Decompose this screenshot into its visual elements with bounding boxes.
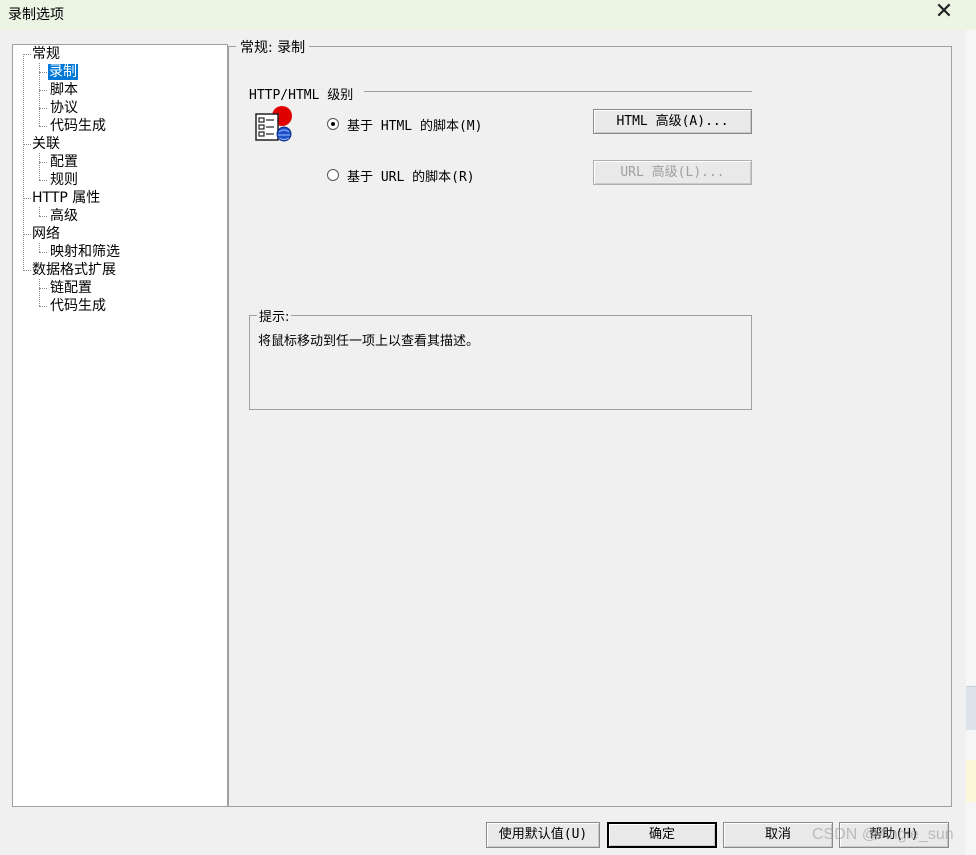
hint-text: 将鼠标移动到任一项上以查看其描述。	[258, 334, 480, 349]
panel-title: 常规: 录制	[236, 37, 310, 57]
window-title: 录制选项	[8, 7, 64, 23]
tree-item-correlation[interactable]: 关联	[32, 135, 60, 153]
url-advanced-button[interactable]: URL 高级(L)...	[593, 160, 752, 185]
tree-item-http-properties[interactable]: HTTP 属性	[32, 189, 100, 207]
tree-item-configuration[interactable]: 配置	[50, 153, 78, 171]
tree-item-data-format-extensions[interactable]: 数据格式扩展	[32, 261, 116, 279]
html-script-radio[interactable]	[327, 118, 339, 130]
group-label: HTTP/HTML 级别	[249, 88, 354, 103]
title-bar: 录制选项	[0, 0, 976, 30]
group-divider	[364, 91, 752, 92]
recording-script-icon	[255, 106, 292, 142]
url-script-radio[interactable]	[327, 169, 339, 181]
tree-item-network[interactable]: 网络	[32, 225, 60, 243]
background-window-edge	[966, 30, 976, 855]
url-script-label[interactable]: 基于 URL 的脚本(R)	[347, 166, 475, 185]
html-advanced-button[interactable]: HTML 高级(A)...	[593, 109, 752, 134]
tree-item-advanced[interactable]: 高级	[50, 207, 78, 225]
tree-item-script[interactable]: 脚本	[50, 81, 78, 99]
tree-item-code-generation-2[interactable]: 代码生成	[50, 297, 106, 315]
use-default-button[interactable]: 使用默认值(U)	[486, 822, 600, 848]
tree-item-general[interactable]: 常规	[32, 45, 60, 63]
tree-item-protocol[interactable]: 协议	[50, 99, 78, 117]
tree-item-recording[interactable]: 录制	[48, 63, 78, 81]
tree-item-rules[interactable]: 规则	[50, 171, 78, 189]
html-script-label[interactable]: 基于 HTML 的脚本(M)	[347, 115, 482, 134]
hint-title: 提示:	[257, 306, 292, 325]
tree-item-mapping-filtering[interactable]: 映射和筛选	[50, 243, 120, 261]
settings-panel	[228, 46, 952, 807]
close-icon[interactable]: ✕	[924, 0, 964, 26]
tree-item-code-generation[interactable]: 代码生成	[50, 117, 106, 135]
watermark: CSDN @Angie_sun	[812, 826, 954, 843]
tree-item-chain-configuration[interactable]: 链配置	[50, 279, 92, 297]
ok-button[interactable]: 确定	[607, 822, 717, 848]
options-tree[interactable]: 常规 录制 脚本 协议 代码生成 关联 配置 规则 HTTP 属性 高级 网络 …	[12, 44, 228, 807]
